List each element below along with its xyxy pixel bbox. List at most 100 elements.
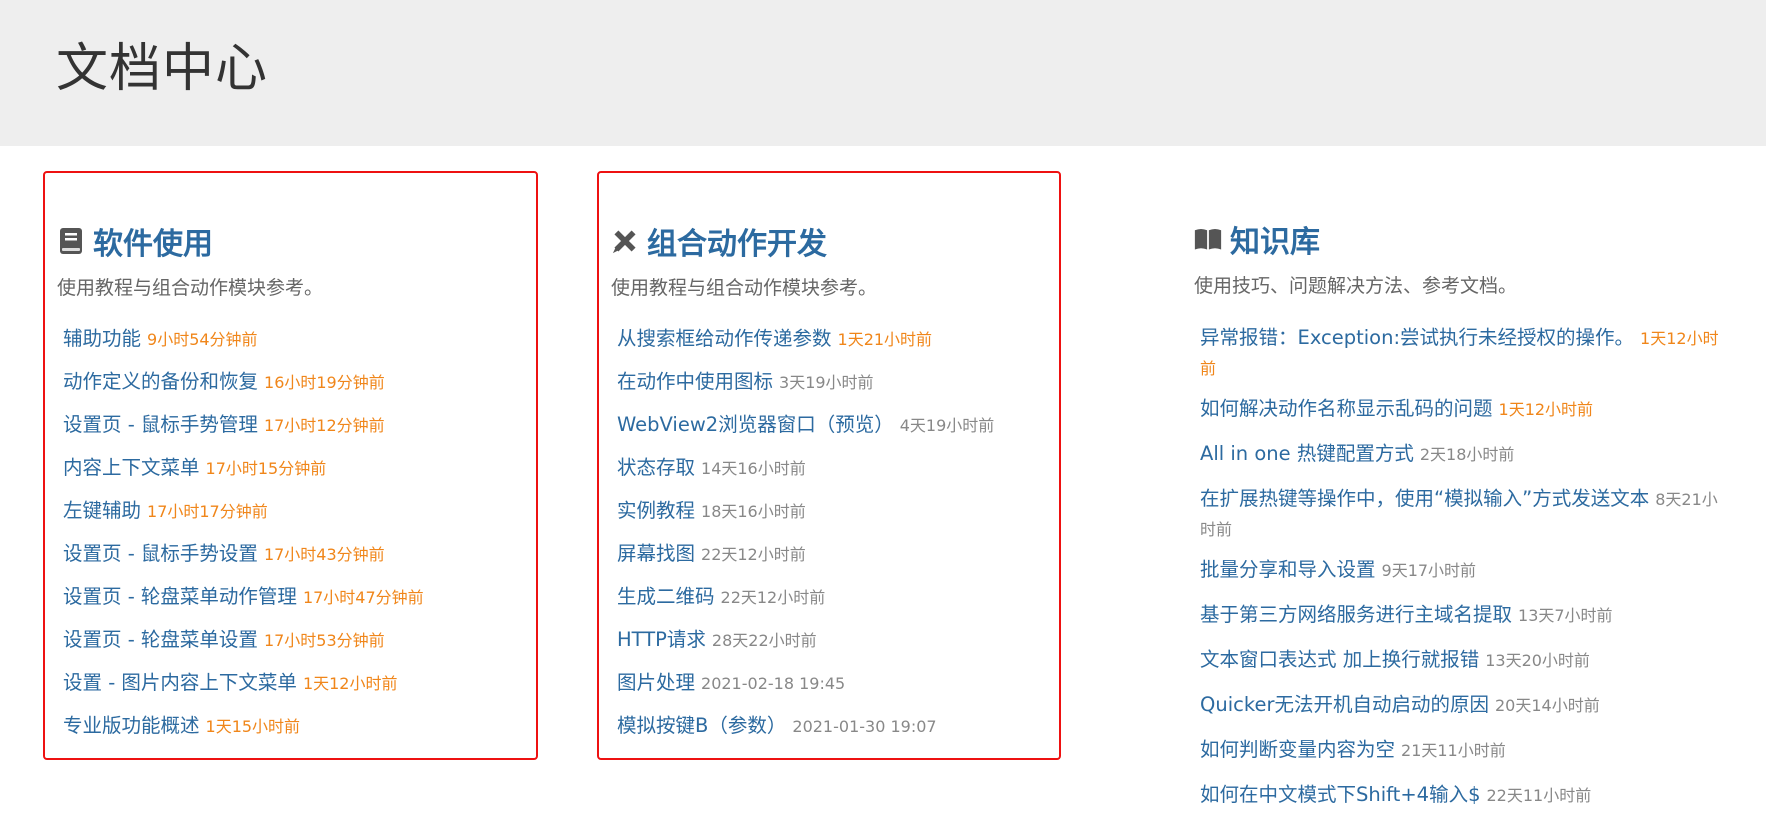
updated-time: 4天19小时前: [899, 416, 995, 435]
list-item: 设置页 - 轮盘菜单动作管理 17小时47分钟前: [63, 583, 526, 626]
section-description: 使用教程与组合动作模块参考。: [57, 277, 324, 299]
list-item: 实例教程 18天16小时前: [617, 497, 1049, 540]
updated-time: 17小时53分钟前: [263, 631, 385, 650]
list-item: 异常报错：Exception:尝试执行未经授权的操作。 1天12小时前: [1200, 323, 1732, 383]
updated-time: 17小时47分钟前: [302, 588, 424, 607]
updated-time: 1天12小时前: [1498, 400, 1594, 419]
list-item: WebView2浏览器窗口（预览） 4天19小时前: [617, 411, 1049, 454]
list-item: 模拟按键B（参数） 2021-01-30 19:07: [617, 712, 1049, 755]
doc-link[interactable]: 模拟按键B（参数）: [617, 714, 786, 737]
updated-time: 17小时12分钟前: [263, 416, 385, 435]
doc-link[interactable]: 设置页 - 鼠标手势管理: [63, 413, 258, 436]
updated-time: 14天16小时前: [701, 459, 806, 478]
updated-time: 22天12小时前: [720, 588, 826, 607]
doc-link[interactable]: HTTP请求: [617, 628, 706, 651]
list-item: 如何判断变量内容为空 21天11小时前: [1200, 735, 1732, 765]
list-item: 在动作中使用图标 3天19小时前: [617, 368, 1049, 411]
list-item: 图片处理 2021-02-18 19:45: [617, 669, 1049, 712]
list-item: 内容上下文菜单 17小时15分钟前: [63, 454, 526, 497]
page-header: 文档中心: [0, 0, 1766, 146]
list-item: 生成二维码 22天12小时前: [617, 583, 1049, 626]
updated-time: 2021-02-18 19:45: [701, 674, 846, 693]
doc-link[interactable]: 屏幕找图: [617, 542, 695, 565]
list-item: 如何解决动作名称显示乱码的问题 1天12小时前: [1200, 394, 1732, 424]
doc-link[interactable]: 生成二维码: [617, 585, 715, 608]
section-title: 组合动作开发: [647, 227, 827, 262]
list-item: 设置页 - 鼠标手势设置 17小时43分钟前: [63, 540, 526, 583]
updated-time: 22天12小时前: [701, 545, 806, 564]
doc-link[interactable]: 在动作中使用图标: [617, 370, 773, 393]
doc-link[interactable]: 从搜索框给动作传递参数: [617, 327, 832, 350]
list-item: 动作定义的备份和恢复 16小时19分钟前: [63, 368, 526, 411]
updated-time: 9天17小时前: [1381, 561, 1477, 580]
list-item: 从搜索框给动作传递参数 1天21小时前: [617, 325, 1049, 368]
list-item: HTTP请求 28天22小时前: [617, 626, 1049, 669]
updated-time: 1天15小时前: [205, 717, 301, 736]
doc-list: 异常报错：Exception:尝试执行未经授权的操作。 1天12小时前 如何解决动作…: [1194, 323, 1732, 810]
section-knowledge-base: 知识库 使用技巧、问题解决方法、参考文档。 异常报错：Exception:尝试执…: [1182, 171, 1742, 811]
doc-link[interactable]: WebView2浏览器窗口（预览）: [617, 413, 894, 436]
section-heading[interactable]: 软件使用: [57, 219, 526, 263]
list-item: 屏幕找图 22天12小时前: [617, 540, 1049, 583]
updated-time: 20天14小时前: [1494, 696, 1600, 715]
updated-time: 1天21小时前: [837, 330, 933, 349]
updated-time: 17小时15分钟前: [205, 459, 327, 478]
list-item: Quicker无法开机自动启动的原因 20天14小时前: [1200, 690, 1732, 720]
list-item: 批量分享和导入设置 9天17小时前: [1200, 555, 1732, 585]
doc-link[interactable]: 如何判断变量内容为空: [1200, 738, 1395, 761]
doc-link[interactable]: 如何在中文模式下Shift+4输入$: [1200, 783, 1480, 806]
doc-link[interactable]: 基于第三方网络服务进行主域名提取: [1200, 603, 1512, 626]
updated-time: 9小时54分钟前: [147, 330, 258, 349]
updated-time: 3天19小时前: [779, 373, 874, 392]
updated-time: 28天22小时前: [711, 631, 817, 650]
list-item: 设置页 - 鼠标手势管理 17小时12分钟前: [63, 411, 526, 454]
doc-link[interactable]: 左键辅助: [63, 499, 141, 522]
doc-link[interactable]: 动作定义的备份和恢复: [63, 370, 258, 393]
updated-time: 17小时17分钟前: [147, 502, 268, 521]
doc-link[interactable]: 辅助功能: [63, 327, 141, 350]
list-item: 基于第三方网络服务进行主域名提取 13天7小时前: [1200, 600, 1732, 630]
doc-list: 辅助功能 9小时54分钟前 动作定义的备份和恢复 16小时19分钟前 设置页 - 鼠标手…: [57, 325, 526, 755]
doc-link[interactable]: 文本窗口表达式 加上换行就报错: [1200, 648, 1479, 671]
doc-link[interactable]: Quicker无法开机自动启动的原因: [1200, 693, 1489, 716]
updated-time: 13天7小时前: [1518, 606, 1613, 625]
list-item: 设置页 - 轮盘菜单设置 17小时53分钟前: [63, 626, 526, 669]
doc-link[interactable]: 内容上下文菜单: [63, 456, 200, 479]
pencil-ruler-icon: [611, 226, 639, 256]
doc-link[interactable]: 在扩展热键等操作中，使用“模拟输入”方式发送文本: [1200, 487, 1649, 510]
doc-link[interactable]: 设置页 - 轮盘菜单设置: [63, 628, 258, 651]
doc-link[interactable]: 批量分享和导入设置: [1200, 558, 1376, 581]
doc-link[interactable]: 专业版功能概述: [63, 714, 200, 737]
doc-list: 从搜索框给动作传递参数 1天21小时前在动作中使用图标 3天19小时前 WebView…: [611, 325, 1049, 755]
list-item: All in one 热键配置方式 2天18小时前: [1200, 439, 1732, 469]
book-icon: [57, 226, 85, 256]
updated-time: 18天16小时前: [701, 502, 806, 521]
section-heading[interactable]: 知识库: [1194, 217, 1732, 261]
section-action-development: 组合动作开发 使用教程与组合动作模块参考。 从搜索框给动作传递参数 1天21小时前…: [597, 171, 1061, 760]
list-item: 在扩展热键等操作中，使用“模拟输入”方式发送文本 8天21小时前: [1200, 484, 1732, 544]
section-heading[interactable]: 组合动作开发: [611, 219, 1049, 263]
list-item: 状态存取 14天16小时前: [617, 454, 1049, 497]
updated-time: 2天18小时前: [1419, 445, 1515, 464]
section-description: 使用技巧、问题解决方法、参考文档。: [1194, 275, 1518, 297]
doc-link[interactable]: 实例教程: [617, 499, 695, 522]
list-item: 辅助功能 9小时54分钟前: [63, 325, 526, 368]
list-item: 如何在中文模式下Shift+4输入$ 22天11小时前: [1200, 780, 1732, 810]
updated-time: 2021-01-30 19:07: [792, 717, 937, 736]
doc-link[interactable]: 设置页 - 轮盘菜单动作管理: [63, 585, 297, 608]
doc-link[interactable]: 设置页 - 鼠标手势设置: [63, 542, 258, 565]
updated-time: 1天12小时前: [302, 674, 398, 693]
section-description: 使用教程与组合动作模块参考。: [611, 277, 878, 299]
page-title: 文档中心: [56, 39, 269, 99]
doc-link[interactable]: 设置 - 图片内容上下文菜单: [63, 671, 297, 694]
doc-link[interactable]: 如何解决动作名称显示乱码的问题: [1200, 397, 1493, 420]
section-title: 软件使用: [93, 227, 213, 262]
doc-link[interactable]: 图片处理: [617, 671, 695, 694]
updated-time: 17小时43分钟前: [263, 545, 385, 564]
doc-link[interactable]: 异常报错：Exception:尝试执行未经授权的操作。: [1200, 326, 1634, 349]
updated-time: 21天11小时前: [1401, 741, 1506, 760]
doc-link[interactable]: 状态存取: [617, 456, 695, 479]
section-title: 知识库: [1230, 225, 1320, 260]
doc-link[interactable]: All in one 热键配置方式: [1200, 442, 1414, 465]
list-item: 设置 - 图片内容上下文菜单 1天12小时前: [63, 669, 526, 712]
